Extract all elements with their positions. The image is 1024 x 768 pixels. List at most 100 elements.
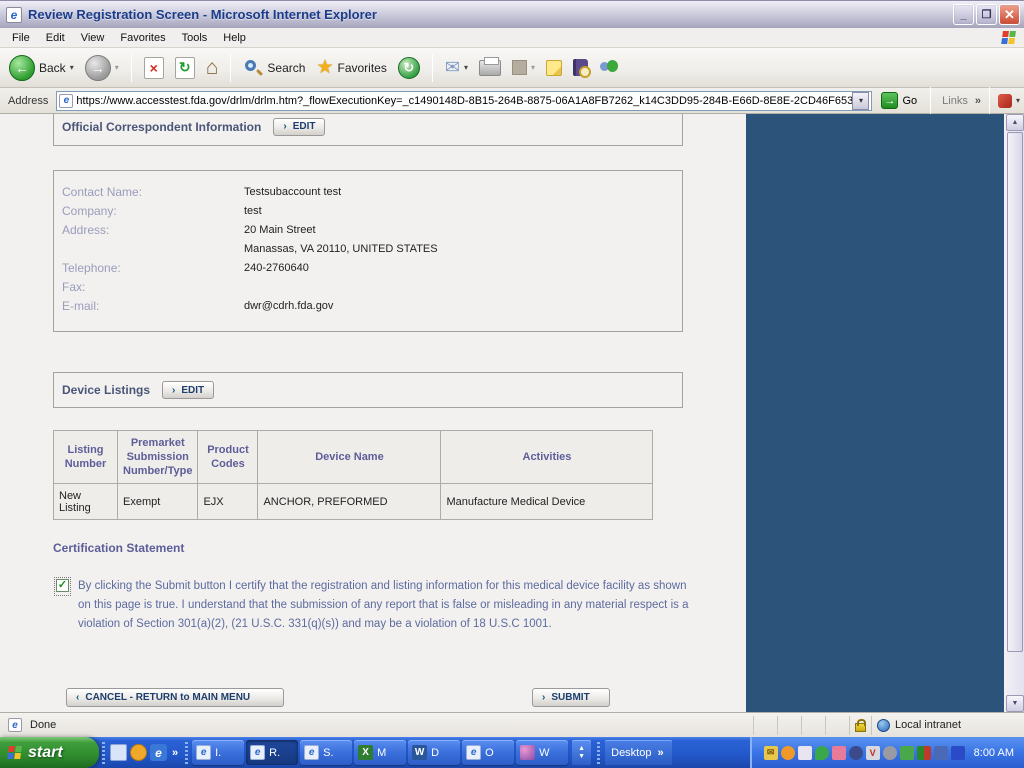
links-label[interactable]: Links (939, 95, 971, 107)
tray-mail-icon[interactable]: ✉ (763, 745, 778, 760)
favorites-button[interactable]: ★ Favorites (313, 57, 389, 79)
mail-dropdown-icon[interactable]: ▾ (464, 63, 468, 72)
close-button[interactable]: ✕ (999, 4, 1020, 25)
stop-button[interactable]: × (141, 55, 167, 81)
address-input[interactable] (76, 94, 853, 107)
back-dropdown-icon[interactable]: ▾ (70, 63, 74, 72)
tray-antivirus-icon[interactable]: V (865, 745, 880, 760)
back-button[interactable]: ← Back ▾ (6, 53, 77, 83)
print-button[interactable] (476, 56, 504, 78)
cancel-button[interactable]: ‹ CANCEL - RETURN to MAIN MENU (66, 688, 284, 707)
tray-disconnected-icon[interactable] (882, 745, 897, 760)
quicklaunch-clock-icon[interactable] (130, 744, 147, 761)
forward-dropdown-icon[interactable]: ▾ (115, 63, 119, 72)
research-icon (572, 59, 591, 78)
refresh-button[interactable]: ↻ (172, 55, 198, 81)
links-overflow-icon[interactable]: » (975, 95, 981, 107)
desktop-overflow-icon[interactable]: » (655, 747, 665, 759)
restore-button[interactable]: ❐ (976, 4, 997, 25)
menu-edit[interactable]: Edit (38, 30, 73, 46)
security-pane (849, 715, 871, 735)
discuss-button[interactable] (543, 58, 565, 78)
correspondent-heading: Official Correspondent Information (62, 119, 262, 134)
desktop-toolbar-grip[interactable] (597, 741, 601, 764)
ie-icon: e (250, 745, 266, 760)
quicklaunch-grip[interactable] (102, 741, 105, 764)
edit-page-button[interactable]: ▾ (509, 58, 538, 77)
forward-button[interactable]: → ▾ (82, 53, 122, 83)
correspondent-edit-button[interactable]: › EDIT (273, 117, 326, 136)
tray-key-icon[interactable] (848, 745, 863, 760)
go-button[interactable]: → Go (876, 91, 922, 110)
task-button-3[interactable]: e S. (300, 740, 353, 765)
tray-graphics-app-icon[interactable] (797, 745, 812, 760)
submit-chevron-icon: › (542, 692, 546, 703)
menu-favorites[interactable]: Favorites (112, 30, 173, 46)
taskarea-grip[interactable] (185, 741, 189, 764)
mail-button[interactable]: ✉ ▾ (442, 55, 471, 80)
vertical-scrollbar[interactable]: ▲ ▼ (1006, 114, 1024, 712)
start-flag-icon (7, 745, 23, 760)
pdf-toolbar-icon[interactable] (997, 93, 1012, 108)
taskbar-scroll-control[interactable]: ▲ ▼ (572, 740, 592, 765)
quicklaunch-overflow-icon[interactable]: » (170, 747, 180, 759)
menu-tools[interactable]: Tools (174, 30, 216, 46)
field-row: Fax: (62, 279, 86, 294)
stop-icon: × (143, 56, 164, 79)
menu-file[interactable]: File (4, 30, 38, 46)
task-button-5[interactable]: W D (408, 740, 461, 765)
scroll-up-icon[interactable]: ▲ (578, 745, 585, 753)
tray-update-icon[interactable] (899, 745, 914, 760)
history-button[interactable]: ↻ (395, 55, 423, 81)
minimize-button[interactable]: _ (953, 4, 974, 25)
quicklaunch-ie-icon[interactable]: e (150, 744, 167, 761)
research-button[interactable] (570, 57, 591, 78)
show-desktop-icon[interactable] (110, 744, 127, 761)
tray-clock-icon[interactable] (780, 745, 795, 760)
cancel-chevron-icon: ‹ (76, 692, 80, 703)
tray-display-icon[interactable] (950, 745, 965, 760)
lock-icon (855, 718, 866, 732)
home-icon: ⌂ (205, 55, 219, 79)
task-button-4[interactable]: X M (354, 740, 407, 765)
scroll-down-button[interactable]: ▼ (1006, 695, 1024, 712)
zone-pane: Local intranet (871, 715, 1021, 735)
edit-dropdown-icon[interactable]: ▾ (531, 63, 535, 72)
tray-offline-user-icon[interactable] (831, 745, 846, 760)
status-pane (825, 715, 849, 735)
menu-help[interactable]: Help (215, 30, 254, 46)
task-button-1[interactable]: e I. (192, 740, 245, 765)
tray-network-activity-icon[interactable] (916, 745, 931, 760)
scroll-down-icon[interactable]: ▼ (578, 753, 585, 761)
certification-row: ✓ By clicking the Submit button I certif… (54, 577, 691, 634)
messenger-icon (599, 59, 619, 77)
zone-text: Local intranet (895, 719, 962, 731)
task-button-6[interactable]: e O (462, 740, 515, 765)
ie-icon: e (466, 745, 482, 760)
task-button-7[interactable]: W (516, 740, 569, 765)
system-tray: ✉ V 8:00 AM (749, 737, 1024, 768)
search-icon (243, 58, 264, 78)
status-pane (801, 715, 825, 735)
forward-icon: → (84, 54, 111, 81)
task-button-2-active[interactable]: e R. (246, 740, 299, 765)
device-listings-edit-button[interactable]: › EDIT (162, 381, 215, 399)
search-button[interactable]: Search (240, 56, 308, 80)
address-dropdown-icon[interactable]: ▾ (852, 91, 870, 110)
messenger-button[interactable] (596, 57, 622, 79)
windows-logo-icon (1001, 30, 1016, 45)
home-button[interactable]: ⌂ (203, 56, 222, 80)
tray-security-shield-icon[interactable] (933, 745, 948, 760)
desktop-toolbar[interactable]: Desktop » (605, 740, 672, 765)
certification-checkbox[interactable]: ✓ (56, 579, 69, 592)
pdf-dropdown-icon[interactable]: ▾ (1016, 96, 1020, 105)
check-icon: ✓ (57, 579, 68, 591)
scroll-up-button[interactable]: ▲ (1006, 114, 1024, 131)
start-button[interactable]: start (0, 737, 99, 768)
scroll-thumb[interactable] (1007, 132, 1023, 652)
device-listings-heading: Device Listings (62, 383, 151, 397)
submit-button[interactable]: › SUBMIT (532, 688, 610, 707)
tray-chat-icon[interactable] (814, 745, 829, 760)
menu-view[interactable]: View (73, 30, 113, 46)
back-icon: ← (9, 54, 35, 81)
